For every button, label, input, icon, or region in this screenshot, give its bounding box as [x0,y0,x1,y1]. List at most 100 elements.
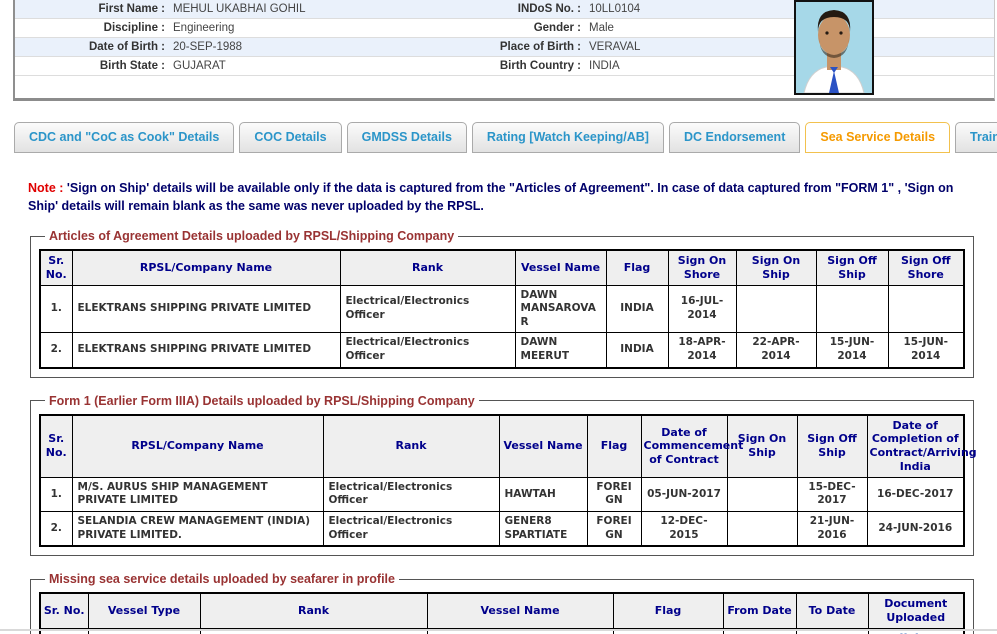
table-cell: M/S. AURUS SHIP MANAGEMENT PRIVATE LIMIT… [72,477,323,511]
birth-state-label: Birth State : [15,57,165,76]
column-header: Sign On Ship [736,250,816,285]
table-cell: 12-DEC-2015 [641,511,727,546]
column-header: To Date [796,593,868,628]
table-row: 1. ELEKTRANS SHIPPING PRIVATE LIMITED El… [40,285,964,333]
table-cell: 21-JUN-2016 [797,511,867,546]
table-cell: DAWN MEERUT [515,333,606,368]
column-header: Date of Commencement of Contract [641,415,727,478]
column-header: Vessel Name [427,593,613,628]
table-cell: HAWTAH [499,477,587,511]
note-body: 'Sign on Ship' details will be available… [28,181,953,213]
articles-of-agreement-legend: Articles of Agreement Details uploaded b… [45,229,458,243]
indos-no-label: INDoS No. : [413,0,581,19]
column-header: Date of Completion of Contract/Arriving … [867,415,964,478]
header-row: Sr. No. RPSL/Company Name Rank Vessel Na… [40,250,964,285]
table-cell: 24-JUN-2016 [867,511,964,546]
gender-label: Gender : [413,19,581,38]
table-cell: FOREIGN [587,511,641,546]
table-cell: 22-APR-2014 [736,333,816,368]
table-cell: 1. [40,285,72,333]
header-row: Sr. No. Vessel Type Rank Vessel Name Fla… [40,593,964,628]
form1-section: Form 1 (Earlier Form IIIA) Details uploa… [30,394,974,557]
page-bottom-divider [0,629,997,631]
column-header: Sign On Ship [727,415,797,478]
tab-sea-service-details[interactable]: Sea Service Details [805,122,950,153]
column-header: Flag [613,593,723,628]
date-of-birth-label: Date of Birth : [15,38,165,57]
column-header: Rank [323,415,499,478]
tab-cdc-coc-as-cook-details[interactable]: CDC and "CoC as Cook" Details [14,122,234,153]
note-label: Note : [28,181,63,195]
column-header: Flag [587,415,641,478]
birth-country-label: Birth Country : [413,57,581,76]
column-header: RPSL/Company Name [72,415,323,478]
indos-no-value: 10LL0104 [589,0,799,19]
table-cell [727,477,797,511]
gender-value: Male [589,19,799,38]
table-cell: 16-JUL-2014 [668,285,736,333]
table-cell: 1. [40,477,72,511]
table-cell: 15-JUN-2014 [816,333,888,368]
column-header: Vessel Name [515,250,606,285]
table-row: 2. SELANDIA CREW MANAGEMENT (INDIA) PRIV… [40,511,964,546]
seafarer-photo [794,0,874,95]
sea-service-tab-panel: Note : 'Sign on Ship' details will be av… [14,168,983,634]
table-cell: Electrical/Electronics Officer [340,333,515,368]
column-header: Sign Off Ship [797,415,867,478]
column-header: Sign Off Shore [888,250,964,285]
place-of-birth-label: Place of Birth : [413,38,581,57]
table-cell: ELEKTRANS SHIPPING PRIVATE LIMITED [72,333,340,368]
form1-table: Sr. No. RPSL/Company Name Rank Vessel Na… [39,414,965,548]
missing-sea-service-table: Sr. No. Vessel Type Rank Vessel Name Fla… [39,592,965,634]
detail-tabs: CDC and "CoC as Cook" Details COC Detail… [14,122,997,153]
tab-gmdss-details[interactable]: GMDSS Details [347,122,467,153]
table-cell: 2. [40,511,72,546]
column-header: Sign Off Ship [816,250,888,285]
column-header: Flag [606,250,668,285]
table-row: 1. M/S. AURUS SHIP MANAGEMENT PRIVATE LI… [40,477,964,511]
table-cell: SELANDIA CREW MANAGEMENT (INDIA) PRIVATE… [72,511,323,546]
table-row: 2. ELEKTRANS SHIPPING PRIVATE LIMITED El… [40,333,964,368]
table-cell: Electrical/Electronics Officer [323,511,499,546]
date-of-birth-value: 20-SEP-1988 [173,38,405,57]
table-cell [736,285,816,333]
table-cell: Electrical/Electronics Officer [340,285,515,333]
table-cell: GENER8 SPARTIATE [499,511,587,546]
column-header: From Date [723,593,796,628]
column-header: Document Uploaded [868,593,964,628]
column-header: Vessel Name [499,415,587,478]
tab-coc-details[interactable]: COC Details [239,122,341,153]
missing-sea-service-legend: Missing sea service details uploaded by … [45,572,399,586]
discipline-value: Engineering [173,19,405,38]
column-header: Sr. No. [40,250,72,285]
table-cell: 18-APR-2014 [668,333,736,368]
column-header: Rank [200,593,427,628]
table-cell: 15-DEC-2017 [797,477,867,511]
birth-country-value: INDIA [589,57,799,76]
table-cell [727,511,797,546]
articles-of-agreement-section: Articles of Agreement Details uploaded b… [30,229,974,378]
person-portrait-icon [796,2,872,93]
tab-training-details[interactable]: Training Details [955,122,997,153]
table-cell [888,285,964,333]
table-cell: 15-JUN-2014 [888,333,964,368]
table-cell: Electrical/Electronics Officer [323,477,499,511]
table-cell: INDIA [606,285,668,333]
column-header: Sr. No. [40,415,72,478]
tab-rating-watch-keeping-ab[interactable]: Rating [Watch Keeping/AB] [472,122,664,153]
table-cell: 2. [40,333,72,368]
column-header: Vessel Type [88,593,200,628]
first-name-label: First Name : [15,0,165,19]
note-text: Note : 'Sign on Ship' details will be av… [28,180,969,215]
column-header: Rank [340,250,515,285]
column-header: RPSL/Company Name [72,250,340,285]
table-cell: DAWN MANSAROVAR [515,285,606,333]
missing-sea-service-section: Missing sea service details uploaded by … [30,572,974,634]
table-cell: FOREIGN [587,477,641,511]
header-row: Sr. No. RPSL/Company Name Rank Vessel Na… [40,415,964,478]
articles-of-agreement-table: Sr. No. RPSL/Company Name Rank Vessel Na… [39,249,965,369]
place-of-birth-value: VERAVAL [589,38,799,57]
tab-dc-endorsement[interactable]: DC Endorsement [669,122,800,153]
table-cell: ELEKTRANS SHIPPING PRIVATE LIMITED [72,285,340,333]
first-name-value: MEHUL UKABHAI GOHIL [173,0,405,19]
